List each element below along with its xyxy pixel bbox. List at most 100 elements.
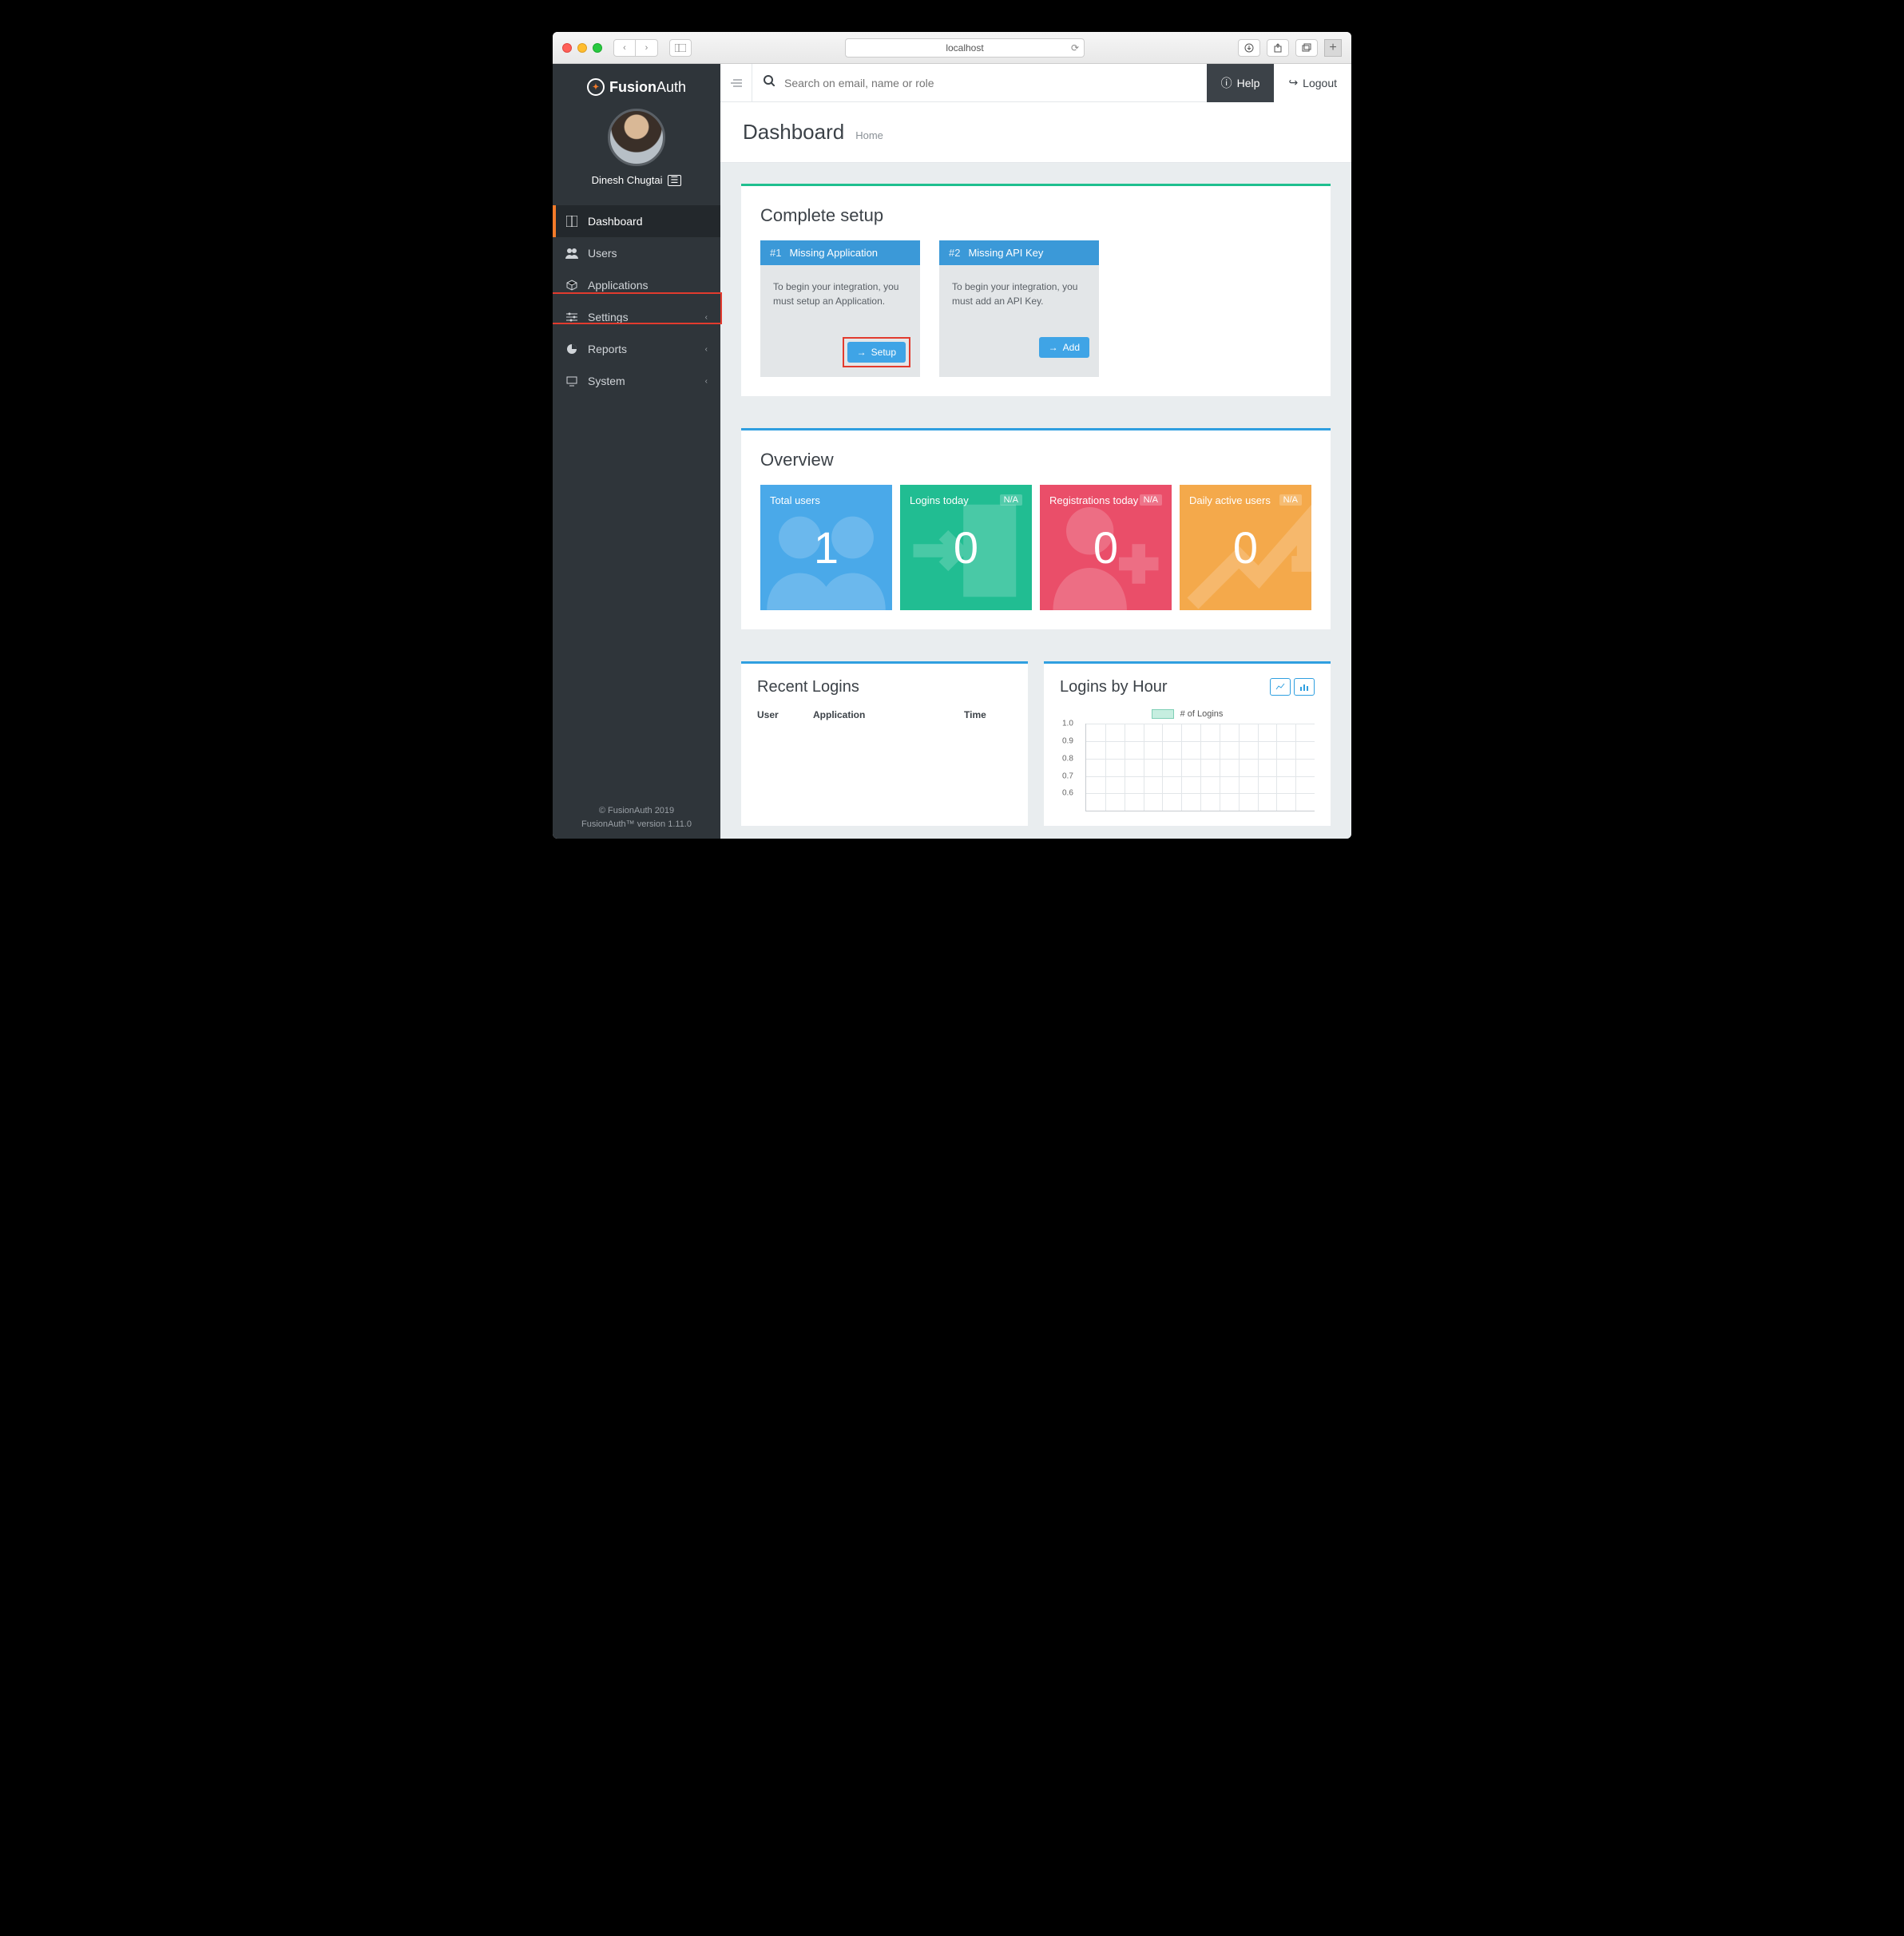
forward-button[interactable]: › xyxy=(636,39,658,57)
chevron-left-icon: ‹ xyxy=(705,377,708,386)
menu-collapse-icon xyxy=(731,78,742,88)
address-bar[interactable]: localhost ⟳ xyxy=(845,38,1085,58)
reload-icon[interactable]: ⟳ xyxy=(1071,42,1079,54)
legend-swatch xyxy=(1152,709,1174,719)
sidebar-item-label: System xyxy=(588,375,625,387)
card-title: Missing API Key xyxy=(968,247,1043,259)
recent-logins-panel: Recent Logins User Application Time xyxy=(741,661,1028,826)
setup-button-label: Setup xyxy=(871,347,896,358)
tabs-button[interactable] xyxy=(1295,39,1318,57)
sidebar-item-settings[interactable]: Settings ‹ xyxy=(553,301,720,333)
sidebar-icon xyxy=(675,44,686,52)
sign-out-icon: ↪ xyxy=(1288,76,1298,89)
help-label: Help xyxy=(1237,77,1260,89)
dashboard-icon xyxy=(565,215,578,228)
user-avatar[interactable] xyxy=(608,109,665,166)
sidebar-item-label: Reports xyxy=(588,343,627,355)
recent-logins-columns: User Application Time xyxy=(757,709,1012,720)
tile-value: 0 xyxy=(1180,485,1311,610)
sidebar-item-applications[interactable]: Applications xyxy=(553,269,720,301)
sidebar-footer: © FusionAuth 2019 FusionAuth™ version 1.… xyxy=(553,796,720,839)
new-tab-button[interactable]: + xyxy=(1324,39,1342,57)
card-body: To begin your integration, you must setu… xyxy=(760,265,920,337)
search-input[interactable] xyxy=(784,77,992,89)
tile-total-users[interactable]: Total users 1 xyxy=(760,485,892,610)
user-name: Dinesh Chugtai xyxy=(592,174,663,186)
tile-value: 1 xyxy=(760,485,892,610)
minimize-window-button[interactable] xyxy=(577,43,587,53)
tutorial-highlight-setup-button: → Setup xyxy=(843,337,910,367)
y-tick: 0.8 xyxy=(1062,754,1073,763)
sidebar-item-system[interactable]: System ‹ xyxy=(553,365,720,397)
chevron-left-icon: ‹ xyxy=(705,313,708,322)
setup-card-api-key: #2Missing API Key To begin your integrat… xyxy=(939,240,1099,377)
chart-mode-line-button[interactable] xyxy=(1270,678,1291,696)
line-chart-icon xyxy=(1275,683,1285,691)
arrow-right-icon: → xyxy=(1049,342,1058,353)
setup-panel: Complete setup #1Missing Application To … xyxy=(741,184,1331,396)
users-icon xyxy=(565,247,578,260)
search-icon xyxy=(764,75,775,90)
id-card-icon[interactable]: ☰ xyxy=(668,175,682,186)
col-application: Application xyxy=(813,709,964,720)
chart-mode-bar-button[interactable] xyxy=(1294,678,1315,696)
y-tick: 0.6 xyxy=(1062,789,1073,798)
tile-registrations-today[interactable]: Registrations today N/A 0 xyxy=(1040,485,1172,610)
sidebar-item-label: Users xyxy=(588,247,617,260)
sidebar-toggle-button[interactable] xyxy=(669,39,692,57)
sidebar-item-dashboard[interactable]: Dashboard xyxy=(553,205,720,237)
y-tick: 0.7 xyxy=(1062,772,1073,780)
question-circle-icon: ⓘ xyxy=(1221,75,1232,91)
recent-logins-heading: Recent Logins xyxy=(757,678,1012,696)
legend-label: # of Logins xyxy=(1180,709,1224,719)
version-text: FusionAuth™ version 1.11.0 xyxy=(553,818,720,831)
monitor-icon xyxy=(565,375,578,387)
chevron-left-icon: ‹ xyxy=(705,345,708,354)
browser-titlebar: ‹ › localhost ⟳ + xyxy=(553,32,1351,64)
tile-value: 0 xyxy=(900,485,1032,610)
tile-value: 0 xyxy=(1040,485,1172,610)
logout-label: Logout xyxy=(1303,77,1337,89)
sidebar-item-label: Applications xyxy=(588,279,649,292)
download-icon xyxy=(1244,43,1254,53)
breadcrumb: Home xyxy=(855,129,883,141)
help-button[interactable]: ⓘ Help xyxy=(1207,64,1275,102)
sidebar-item-label: Dashboard xyxy=(588,215,643,228)
y-tick: 0.9 xyxy=(1062,736,1073,745)
page-header: Dashboard Home xyxy=(720,102,1351,163)
tile-logins-today[interactable]: Logins today N/A 0 xyxy=(900,485,1032,610)
tabs-icon xyxy=(1302,43,1311,53)
brand-name: FusionAuth xyxy=(609,79,686,96)
y-tick: 1.0 xyxy=(1062,720,1073,728)
col-user: User xyxy=(757,709,813,720)
pie-chart-icon xyxy=(565,343,578,355)
bar-chart-icon xyxy=(1299,683,1309,691)
add-button-label: Add xyxy=(1063,342,1080,353)
sidebar-item-reports[interactable]: Reports ‹ xyxy=(553,333,720,365)
arrow-right-icon: → xyxy=(857,347,867,358)
card-body: To begin your integration, you must add … xyxy=(939,265,1099,337)
sidebar-item-users[interactable]: Users xyxy=(553,237,720,269)
tile-daily-active[interactable]: Daily active users N/A 0 xyxy=(1180,485,1311,610)
logo-mark-icon: ✦ xyxy=(587,78,605,96)
back-button[interactable]: ‹ xyxy=(613,39,636,57)
zoom-window-button[interactable] xyxy=(593,43,602,53)
topbar: ⓘ Help ↪ Logout xyxy=(720,64,1351,102)
share-button[interactable] xyxy=(1267,39,1289,57)
page-title: Dashboard xyxy=(743,120,844,145)
sidebar-collapse-button[interactable] xyxy=(720,64,752,102)
card-number: #1 xyxy=(770,247,781,259)
setup-button[interactable]: → Setup xyxy=(847,342,906,363)
window-controls xyxy=(562,43,602,53)
app-sidebar: ✦ FusionAuth Dinesh Chugtai ☰ Dashboard … xyxy=(553,64,720,839)
chart-legend: # of Logins xyxy=(1060,709,1315,719)
logout-button[interactable]: ↪ Logout xyxy=(1274,64,1351,102)
add-button[interactable]: → Add xyxy=(1039,337,1089,358)
chart-axes: 0.60.70.80.91.0 xyxy=(1085,724,1315,811)
col-time: Time xyxy=(964,709,1012,720)
address-text: localhost xyxy=(946,42,983,54)
close-window-button[interactable] xyxy=(562,43,572,53)
overview-panel: Overview Total users 1 Logins today N/A … xyxy=(741,428,1331,629)
downloads-button[interactable] xyxy=(1238,39,1260,57)
cube-icon xyxy=(565,279,578,292)
